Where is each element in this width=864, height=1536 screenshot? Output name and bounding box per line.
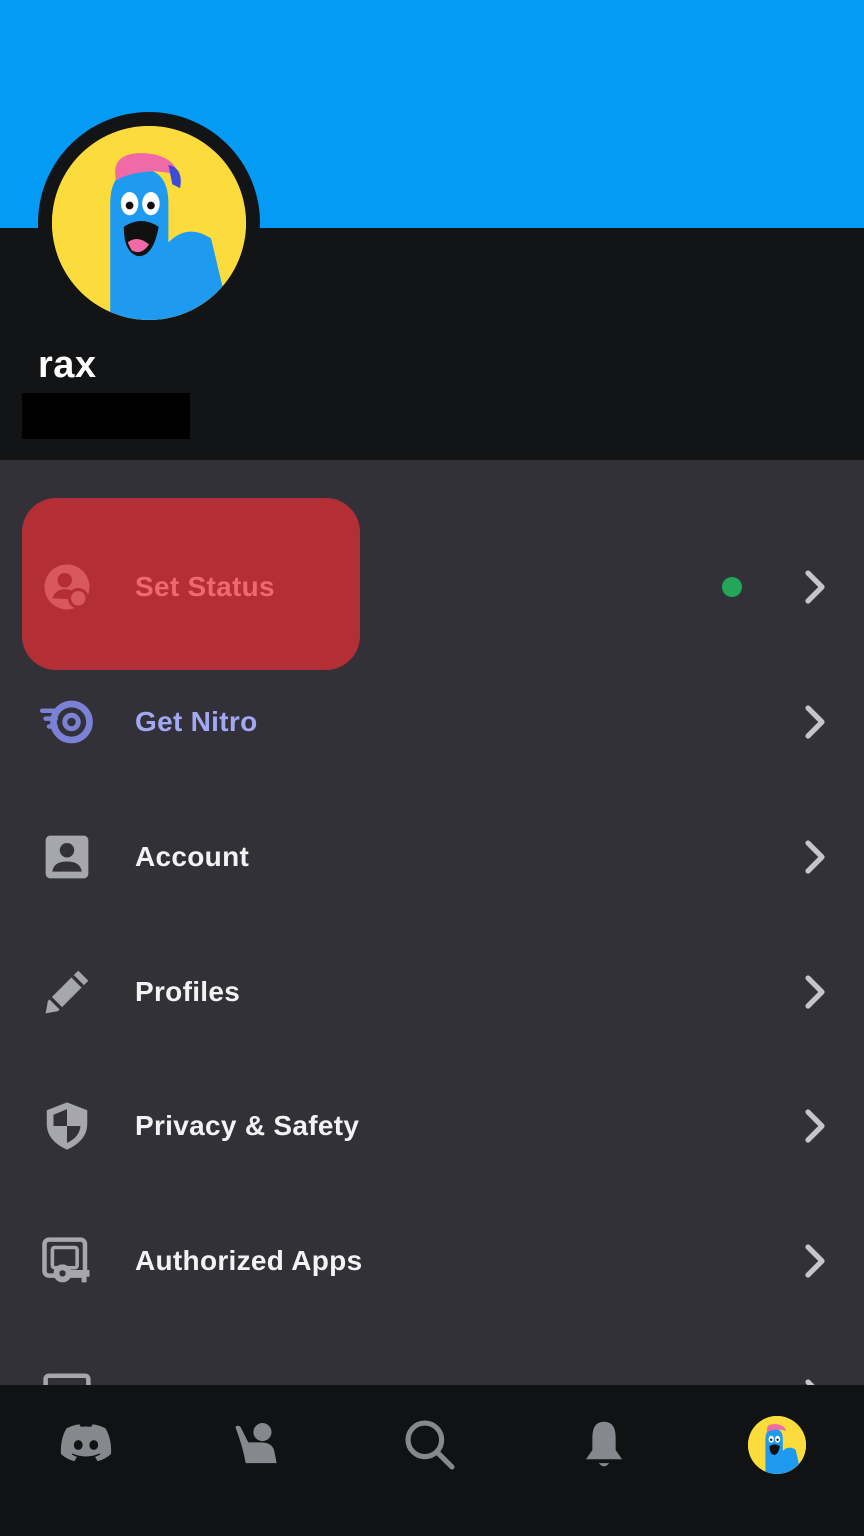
settings-item-label: Get Nitro xyxy=(135,706,258,737)
settings-item-label: Profiles xyxy=(135,976,241,1007)
settings-item-label: Privacy & Safety xyxy=(135,1110,360,1141)
nav-notifications[interactable] xyxy=(564,1415,644,1475)
settings-item-privacy-safety[interactable]: Privacy & Safety xyxy=(0,1059,864,1193)
cartoon-avatar-icon xyxy=(52,126,246,320)
chevron-right-icon xyxy=(800,702,832,742)
online-status-dot xyxy=(722,577,742,597)
settings-item-label: Authorized Apps xyxy=(135,1245,363,1276)
devices-icon xyxy=(40,1369,94,1385)
cartoon-avatar-icon xyxy=(748,1416,806,1474)
chevron-right-icon xyxy=(800,1376,832,1385)
nav-you[interactable] xyxy=(737,1415,817,1475)
authorized-apps-icon xyxy=(40,1234,94,1288)
account-icon xyxy=(40,830,94,884)
shield-icon xyxy=(40,1099,94,1153)
settings-item-authorized-apps[interactable]: Authorized Apps xyxy=(0,1194,864,1328)
settings-list: Set Status Get Nitro Account Profiles Pr… xyxy=(0,460,864,1385)
avatar[interactable] xyxy=(52,126,246,320)
search-icon xyxy=(405,1420,455,1470)
settings-item-get-nitro[interactable]: Get Nitro xyxy=(0,655,864,789)
status-icon xyxy=(40,560,94,614)
bell-icon xyxy=(585,1421,623,1467)
bottom-nav xyxy=(0,1385,864,1536)
settings-item-profiles[interactable]: Profiles xyxy=(0,925,864,1059)
chevron-right-icon xyxy=(800,567,832,607)
nitro-icon xyxy=(40,695,94,749)
nav-home[interactable] xyxy=(46,1415,126,1475)
settings-item-label: Set Status xyxy=(135,571,275,602)
chevron-right-icon xyxy=(800,972,832,1012)
discord-icon xyxy=(60,1424,112,1462)
avatar xyxy=(748,1416,806,1474)
chevron-right-icon xyxy=(800,1106,832,1146)
settings-item-account[interactable]: Account xyxy=(0,790,864,924)
settings-item-partial[interactable] xyxy=(0,1329,864,1385)
nav-friends[interactable] xyxy=(216,1415,296,1475)
settings-item-label: Account xyxy=(135,841,250,872)
nav-search[interactable] xyxy=(390,1415,470,1475)
settings-item-set-status[interactable]: Set Status xyxy=(0,520,864,654)
chevron-right-icon xyxy=(800,837,832,877)
chevron-right-icon xyxy=(800,1241,832,1281)
redacted-handle xyxy=(22,393,190,439)
username: rax xyxy=(38,344,97,386)
pencil-icon xyxy=(40,965,94,1019)
friends-icon xyxy=(235,1423,277,1464)
